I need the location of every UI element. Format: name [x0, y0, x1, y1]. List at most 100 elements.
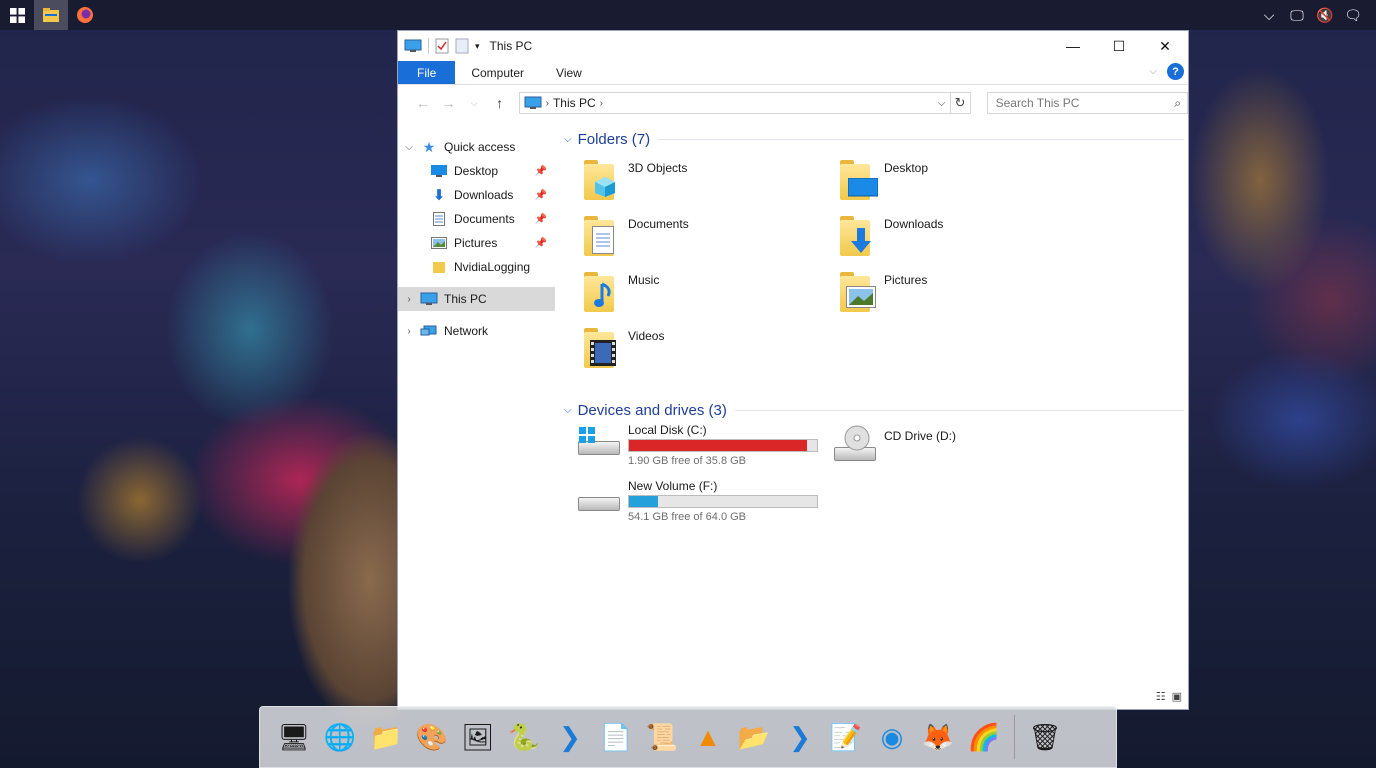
maximize-button[interactable]: ☐	[1096, 31, 1142, 61]
folder-label: Music	[628, 273, 660, 287]
pin-icon[interactable]: 📌	[535, 238, 547, 249]
breadcrumb-this-pc[interactable]: This PC	[553, 96, 596, 110]
large-icons-view-icon[interactable]: ▣	[1172, 690, 1182, 703]
navigation-pane: ⌵ ★ Quick access Desktop 📌 ⬇ Downloads 📌…	[398, 121, 555, 709]
details-view-icon[interactable]: ☷	[1156, 690, 1166, 703]
group-title: Devices and drives (3)	[577, 401, 727, 419]
collapsed-chevron-icon[interactable]: ›	[398, 326, 420, 337]
pin-icon[interactable]: 📌	[535, 214, 547, 225]
collapsed-chevron-icon[interactable]: ›	[398, 294, 420, 305]
this-pc-icon	[404, 39, 422, 52]
address-bar[interactable]: › This PC › ⌵ ↻	[518, 92, 971, 114]
taskbar-file-explorer[interactable]	[34, 0, 68, 30]
address-controls: ⌵ ↻	[934, 93, 970, 113]
folder-music[interactable]: Music	[580, 270, 830, 322]
properties-icon[interactable]	[435, 38, 449, 54]
sidebar-item-nvidialogging[interactable]: NvidiaLogging	[398, 255, 555, 279]
folders-group-header[interactable]: ⌵ Folders (7)	[564, 128, 1184, 150]
close-button[interactable]: ✕	[1142, 31, 1188, 61]
music-note-icon	[594, 282, 611, 307]
back-button[interactable]: ←	[410, 95, 436, 111]
recycle-bin-dock-icon[interactable]: 🗑	[1025, 717, 1065, 757]
drive-usage-fill	[629, 496, 659, 507]
this-pc-dock-icon[interactable]: 🖥	[274, 717, 314, 757]
sidebar-item-desktop[interactable]: Desktop 📌	[398, 159, 555, 183]
help-icon[interactable]: ?	[1167, 63, 1184, 80]
tab-view[interactable]: View	[540, 61, 598, 85]
group-divider	[658, 138, 1184, 140]
volume-muted-icon[interactable]: 🔇	[1316, 7, 1334, 24]
recent-locations-icon[interactable]: ⌵	[461, 98, 487, 109]
sidebar-item-pictures[interactable]: Pictures 📌	[398, 231, 555, 255]
color-wheel-dock-icon[interactable]: 🌈	[964, 717, 1004, 757]
new-folder-icon[interactable]	[455, 38, 469, 54]
notifications-icon[interactable]: 🗨	[1344, 7, 1362, 24]
expanded-chevron-icon[interactable]: ⌵	[564, 134, 572, 145]
picture-icon	[430, 236, 448, 250]
sidebar-item-label: Quick access	[444, 140, 516, 154]
pin-icon[interactable]: 📌	[535, 166, 547, 177]
search-placeholder: Search This PC	[995, 96, 1080, 110]
window-controls: — ☐ ✕	[1050, 31, 1188, 61]
folder-videos[interactable]: Videos	[580, 326, 830, 378]
sidebar-item-quick-access[interactable]: ⌵ ★ Quick access	[398, 135, 555, 159]
sidebar-item-label: Network	[444, 324, 489, 338]
folder-desktop[interactable]: Desktop	[836, 158, 1086, 210]
drive-usage-bar	[628, 439, 818, 452]
chevron-up-icon[interactable]: ⌵	[1260, 7, 1278, 24]
folder-pictures[interactable]: Pictures	[836, 270, 1086, 322]
address-dropdown-icon[interactable]: ⌵	[934, 98, 950, 109]
minimize-button[interactable]: —	[1050, 31, 1096, 61]
shortcut-file-dock-icon[interactable]: 📄	[596, 717, 636, 757]
ribbon-tabs: File Computer View ⌵ ?	[398, 61, 1188, 85]
sidebar-item-documents[interactable]: Documents 📌	[398, 207, 555, 231]
drive-cd-d[interactable]: CD Drive (D:)	[832, 423, 956, 463]
breadcrumb-chevron-icon[interactable]: ›	[546, 98, 549, 109]
expanded-chevron-icon[interactable]: ⌵	[398, 142, 420, 153]
drive-local-disk-c[interactable]: Local Disk (C:) 1.90 GB free of 35.8 GB	[576, 423, 818, 467]
expanded-chevron-icon[interactable]: ⌵	[564, 405, 572, 416]
disc-icon	[844, 425, 870, 451]
vlc-dock-icon[interactable]: ▲	[688, 717, 728, 757]
dock-divider	[1014, 715, 1015, 759]
forward-button[interactable]: →	[436, 95, 462, 111]
drive-info: CD Drive (D:)	[884, 429, 956, 443]
refresh-icon[interactable]: ↻	[949, 93, 970, 113]
sidebar-item-network[interactable]: › Network	[398, 319, 555, 343]
folder-open-dock-icon[interactable]: 📂	[734, 717, 774, 757]
firefox-dock-icon[interactable]: 🦊	[918, 717, 958, 757]
certificate-dock-icon[interactable]: 📜	[642, 717, 682, 757]
monitor-icon	[430, 164, 448, 178]
notepad-dock-icon[interactable]: 📝	[826, 717, 866, 757]
sidebar-item-downloads[interactable]: ⬇ Downloads 📌	[398, 183, 555, 207]
customize-toolbar-dropdown-icon[interactable]: ▾	[475, 41, 480, 52]
paint-dock-icon[interactable]: 🎨	[412, 717, 452, 757]
expand-ribbon-icon[interactable]: ⌵	[1149, 66, 1157, 77]
edge-dock-icon[interactable]: ◉	[872, 717, 912, 757]
folder-3d-objects[interactable]: 3D Objects	[580, 158, 830, 210]
search-input[interactable]: Search This PC ⌕	[986, 92, 1188, 114]
vscode-insiders-dock-icon[interactable]: ❯	[780, 717, 820, 757]
pin-icon[interactable]: 📌	[535, 190, 547, 201]
taskbar-firefox[interactable]	[68, 0, 102, 30]
network-globe-dock-icon[interactable]: 🌐	[320, 717, 360, 757]
folder-downloads[interactable]: Downloads	[836, 214, 1086, 266]
start-button[interactable]	[0, 0, 34, 30]
drive-label: Local Disk (C:)	[628, 423, 707, 437]
drive-new-volume-f[interactable]: New Volume (F:) 54.1 GB free of 64.0 GB	[576, 479, 818, 523]
file-explorer-dock-icon[interactable]: 📁	[366, 717, 406, 757]
up-button[interactable]: ↑	[487, 95, 513, 111]
tab-computer[interactable]: Computer	[455, 61, 540, 85]
content-pane: ⌵ Folders (7) 3D Objects Desktop Documen…	[564, 121, 1184, 709]
sidebar-item-label: Documents	[454, 212, 515, 226]
drives-group-header[interactable]: ⌵ Devices and drives (3)	[564, 399, 1184, 421]
photos-dock-icon[interactable]: 🖼	[458, 717, 498, 757]
vscode-dock-icon[interactable]: ❯	[550, 717, 590, 757]
sidebar-item-this-pc[interactable]: › This PC	[398, 287, 555, 311]
network-icon[interactable]: 🖵	[1288, 7, 1306, 24]
breadcrumb-chevron-icon[interactable]: ›	[600, 98, 603, 109]
tab-file[interactable]: File	[398, 61, 456, 84]
title-bar[interactable]: ▾ This PC — ☐ ✕	[398, 31, 1188, 61]
python-dock-icon[interactable]: 🐍	[504, 717, 544, 757]
folder-documents[interactable]: Documents	[580, 214, 830, 266]
